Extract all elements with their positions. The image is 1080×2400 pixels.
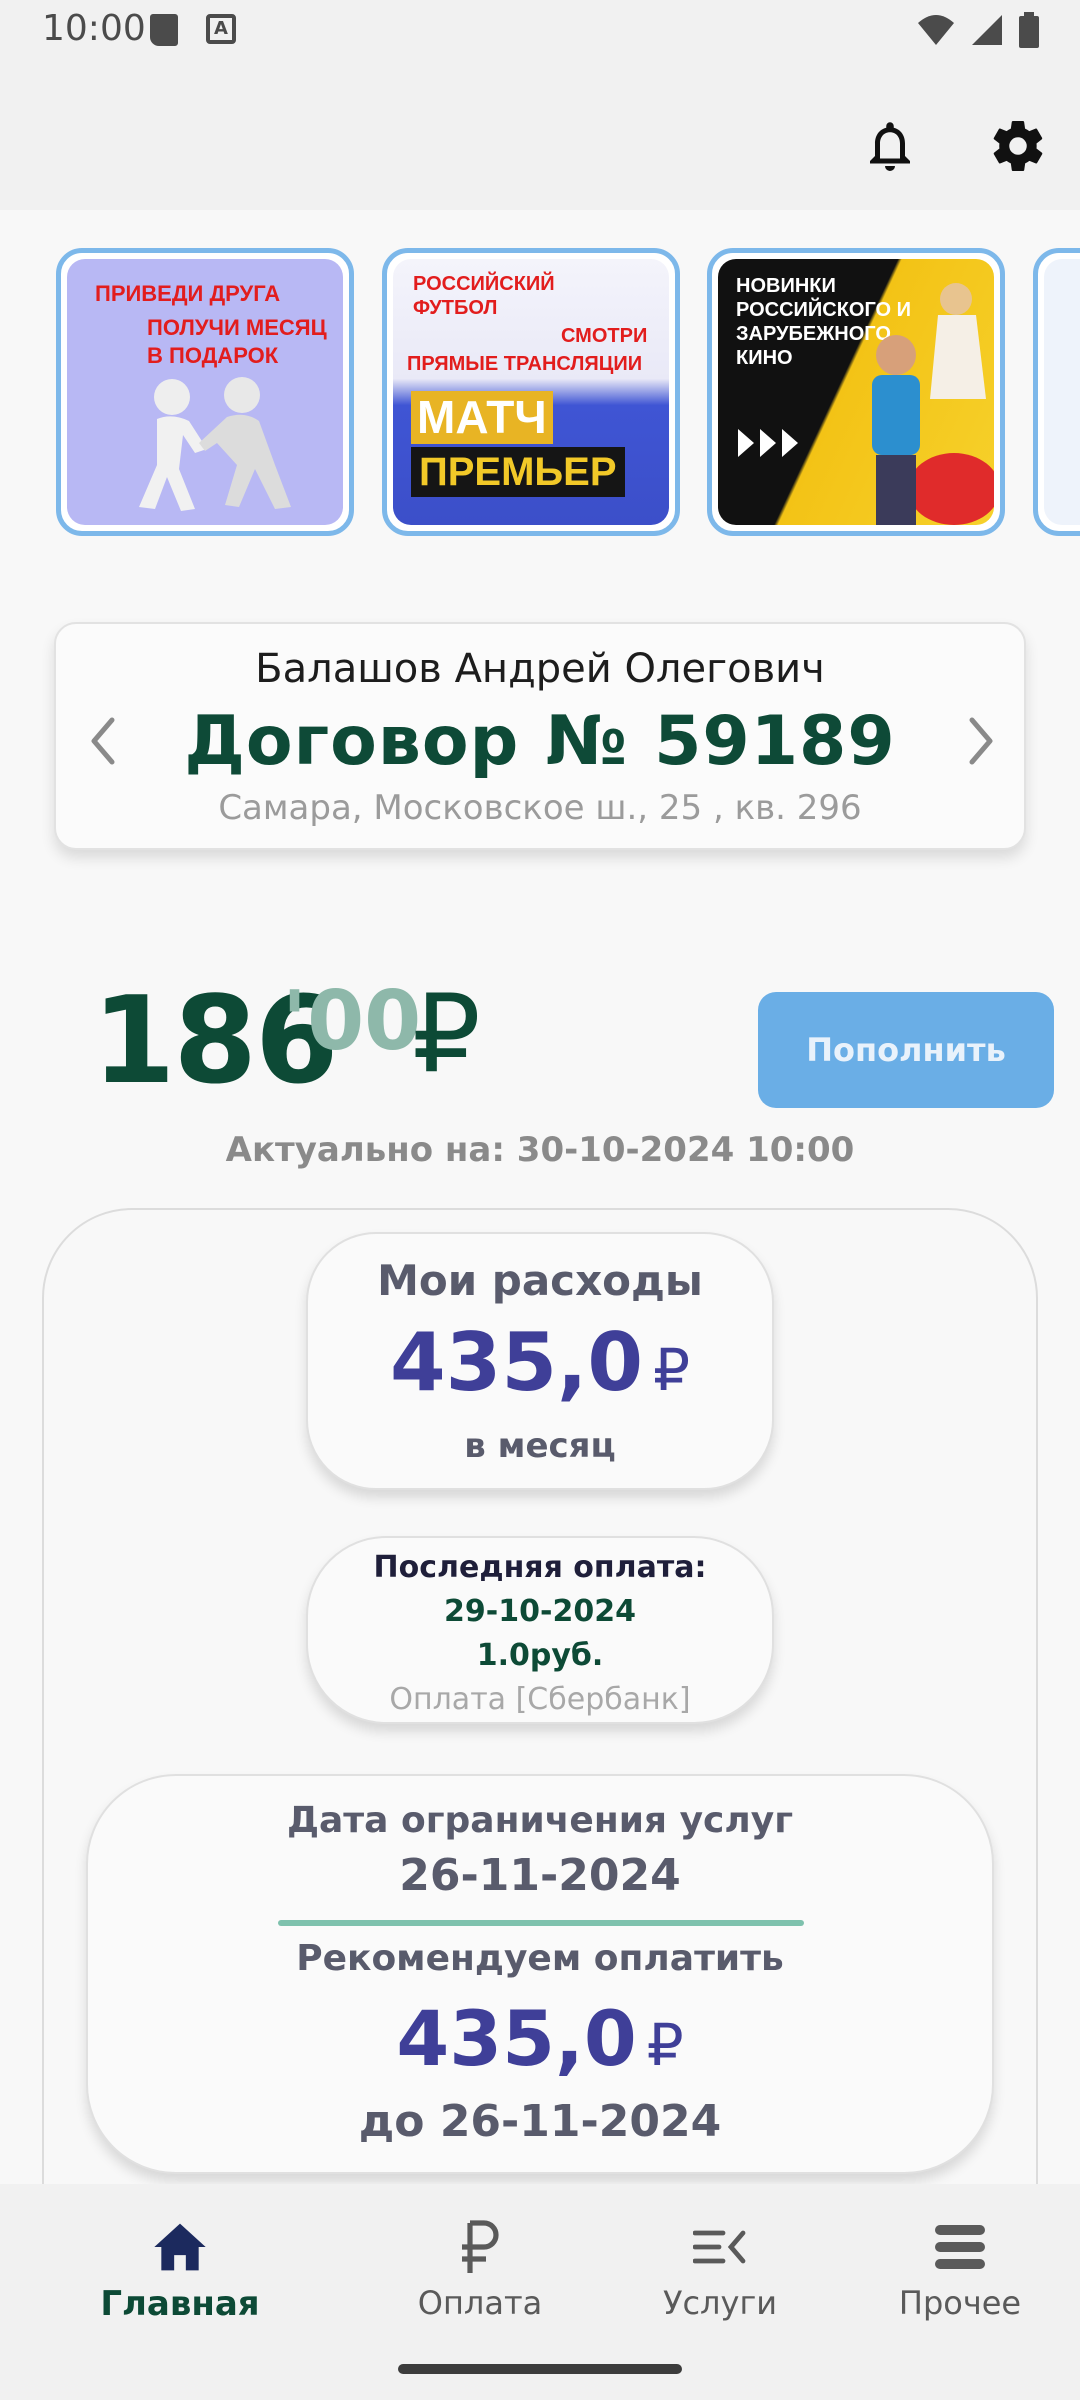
service-limit-card[interactable]: Дата ограничения услуг 26-11-2024 Рекоме…: [86, 1774, 994, 2174]
ruble-icon: [462, 2220, 499, 2273]
nav-services[interactable]: Услуги: [600, 2212, 840, 2342]
promo-banner-match-premier[interactable]: РОССИЙСКИЙ ФУТБОЛ СМОТРИ ПРЯМЫЕ ТРАНСЛЯЦ…: [382, 248, 680, 536]
expenses-period: в месяц: [464, 1426, 616, 1466]
menu-icon: [935, 2225, 985, 2269]
banner-image: [1044, 259, 1080, 525]
balance-cents: '00: [282, 974, 422, 1069]
balance-updated-at: Актуально на: 30-10-2024 10:00: [225, 1130, 855, 1170]
balance-currency: ₽: [412, 972, 481, 1097]
banner-text: ФУТБОЛ: [413, 297, 498, 319]
nav-payment[interactable]: Оплата: [360, 2212, 600, 2342]
banner-text: В ПОДАРОК: [147, 343, 279, 368]
status-bar: 10:00 A: [0, 0, 1080, 64]
recommend-title: Рекомендуем оплатить: [296, 1938, 784, 1979]
match-logo: МАТЧ: [411, 391, 553, 444]
last-payment-method: Оплата [Сбербанк]: [389, 1682, 691, 1717]
battery-icon: [1019, 12, 1039, 48]
people-illustration: [872, 283, 994, 525]
chevron-right-icon: [969, 717, 993, 765]
contract-number: 59189: [654, 702, 896, 781]
promo-banner-next[interactable]: [1033, 248, 1080, 536]
bell-icon: [870, 122, 910, 171]
nav-label: Услуги: [662, 2284, 778, 2322]
banner-image: ПРИВЕДИ ДРУГА ПОЛУЧИ МЕСЯЦ В ПОДАРОК: [67, 259, 343, 525]
recommend-value: 435,0 ₽: [88, 1994, 992, 2083]
screen: 10:00 A ПРИВЕДИ ДРУГА ПОЛУЧИ МЕСЯЦ В ПОД…: [0, 0, 1080, 2400]
limit-date: 26-11-2024: [399, 1850, 681, 1901]
nav-more[interactable]: Прочее: [840, 2212, 1080, 2342]
topup-button[interactable]: Пополнить: [758, 992, 1054, 1108]
contract-card[interactable]: Балашов Андрей Олегович Договор № 59189 Са…: [54, 622, 1026, 850]
status-time: 10:00: [42, 8, 146, 49]
notifications-button[interactable]: [860, 116, 920, 176]
recommend-until: до 26-11-2024: [358, 2096, 722, 2147]
banner-text: ПРИВЕДИ ДРУГА: [95, 281, 281, 306]
banner-text: НОВИНКИ: [736, 275, 836, 297]
sd-card-icon: [150, 14, 178, 46]
contract-label: Договор: [184, 702, 520, 781]
figures-illustration: [139, 377, 291, 511]
banner-text: СМОТРИ: [561, 325, 648, 347]
recommend-currency: ₽: [646, 2011, 684, 2079]
contract-number-sign: №: [545, 702, 629, 781]
recommend-amount: 435,0: [396, 1994, 637, 2083]
contract-address: Самара, Московское ш., 25 , кв. 296: [218, 788, 862, 828]
services-icon: [693, 2230, 746, 2264]
banner-image: НОВИНКИ РОССИЙСКОГО И ЗАРУБЕЖНОГО КИНО: [718, 259, 994, 525]
nav-home[interactable]: Главная: [60, 2212, 300, 2342]
wifi-icon: [918, 15, 954, 45]
signal-icon: [972, 15, 1002, 45]
chevron-left-icon: [91, 717, 115, 765]
premier-logo: ПРЕМЬЕР: [411, 447, 625, 497]
gesture-home-bar[interactable]: [398, 2364, 682, 2374]
banner-text: КИНО: [736, 347, 793, 369]
banner-text: РОССИЙСКИЙ: [413, 273, 555, 295]
next-contract-button[interactable]: [956, 706, 1006, 776]
expenses-amount: 435,0: [390, 1316, 644, 1409]
promo-banner-kino[interactable]: НОВИНКИ РОССИЙСКОГО И ЗАРУБЕЖНОГО КИНО: [707, 248, 1005, 536]
expenses-currency: ₽: [653, 1336, 690, 1404]
previous-contract-button[interactable]: [78, 706, 128, 776]
last-payment-card[interactable]: Последняя оплата: 29-10-2024 1.0руб. Опл…: [306, 1536, 774, 1724]
limit-title: Дата ограничения услуг: [286, 1800, 794, 1841]
app-bar: [0, 64, 1080, 210]
nav-label: Главная: [100, 2284, 260, 2324]
home-icon: [154, 2223, 206, 2271]
expenses-title: Мои расходы: [377, 1256, 703, 1305]
balance-amount: 186 '00 ₽: [92, 972, 481, 1111]
expenses-card[interactable]: Мои расходы 435,0 ₽ в месяц: [306, 1232, 774, 1490]
promo-banner-invite-friend[interactable]: ПРИВЕДИ ДРУГА ПОЛУЧИ МЕСЯЦ В ПОДАРОК: [56, 248, 354, 536]
banner-text: ПОЛУЧИ МЕСЯЦ: [147, 315, 327, 340]
last-payment-title: Последняя оплата:: [373, 1550, 707, 1585]
divider: [278, 1920, 804, 1926]
a-notification-icon: A: [206, 14, 236, 44]
last-payment-amount: 1.0руб.: [476, 1638, 604, 1673]
nav-label: Оплата: [417, 2284, 543, 2322]
gear-icon: [993, 121, 1043, 172]
contract-title: Договор № 59189: [56, 702, 1024, 781]
nav-label: Прочее: [898, 2284, 1022, 2322]
expenses-value: 435,0 ₽: [308, 1316, 772, 1409]
last-payment-date: 29-10-2024: [444, 1594, 636, 1629]
subscriber-name: Балашов Андрей Олегович: [255, 646, 825, 692]
status-icons: [916, 12, 1040, 48]
banner-image: РОССИЙСКИЙ ФУТБОЛ СМОТРИ ПРЯМЫЕ ТРАНСЛЯЦ…: [393, 259, 669, 525]
banner-text: ПРЯМЫЕ ТРАНСЛЯЦИИ: [407, 353, 643, 375]
promo-banner-carousel[interactable]: ПРИВЕДИ ДРУГА ПОЛУЧИ МЕСЯЦ В ПОДАРОК РОС…: [54, 248, 1080, 538]
settings-button[interactable]: [988, 116, 1048, 176]
kino-logo-icon: [738, 429, 798, 457]
